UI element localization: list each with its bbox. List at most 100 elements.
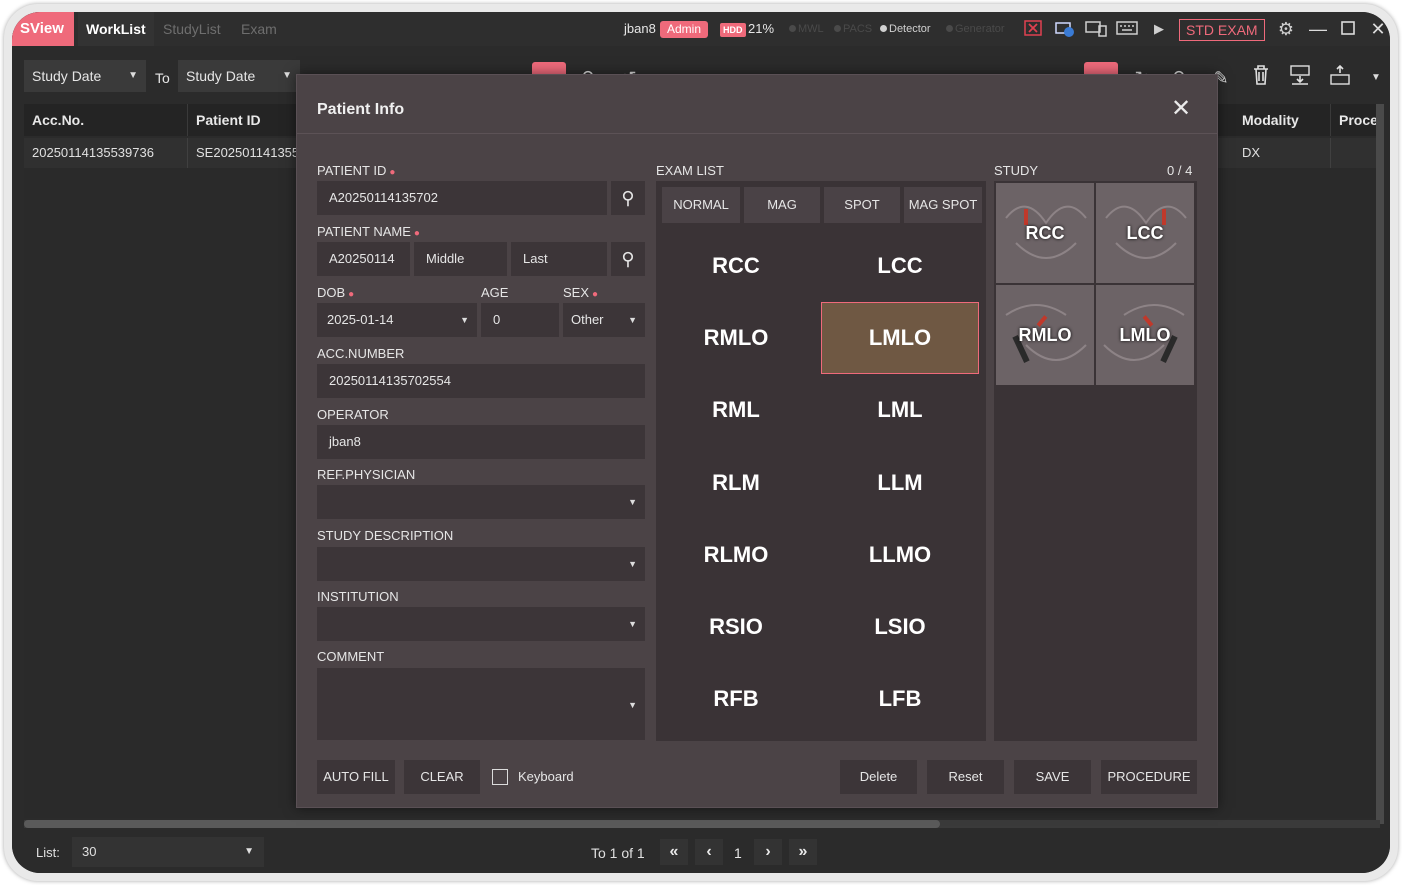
institution-select[interactable]: ▼	[317, 607, 645, 641]
study-thumbnail-lmlo[interactable]: LMLO	[1096, 285, 1194, 385]
tab-worklist[interactable]: WorkList	[78, 12, 154, 46]
dialog-title: Patient Info	[317, 101, 405, 118]
reset-button[interactable]: Reset	[927, 760, 1004, 794]
study-thumbnail-lcc[interactable]: LCC	[1096, 183, 1194, 283]
acc-number-input[interactable]: 20250114135702554	[317, 364, 645, 398]
status-detector: Detector	[880, 23, 931, 35]
age-label: AGE	[481, 285, 509, 300]
web-export-icon[interactable]	[1326, 64, 1354, 92]
patient-id-input[interactable]: A20250114135702	[317, 181, 607, 215]
date-to-select[interactable]: Study Date ▼	[178, 60, 300, 92]
play-icon[interactable]: ▶	[1149, 20, 1169, 38]
gear-icon[interactable]: ⚙	[1276, 20, 1296, 38]
tab-exam[interactable]: Exam	[241, 12, 277, 46]
auto-fill-button[interactable]: AUTO FILL	[317, 760, 395, 794]
patient-name-search-icon[interactable]: ⚲	[611, 242, 645, 276]
comment-label: COMMENT	[317, 649, 385, 664]
patient-id-search-icon[interactable]: ⚲	[611, 181, 645, 215]
view-rmlo[interactable]: RMLO	[657, 303, 815, 373]
column-acc-no[interactable]: Acc.No.	[24, 104, 188, 136]
view-lcc[interactable]: LCC	[821, 231, 979, 301]
horizontal-scrollbar-thumb[interactable]	[24, 820, 940, 828]
view-rml[interactable]: RML	[657, 375, 815, 445]
column-modality[interactable]: Modality	[1234, 104, 1331, 136]
save-button[interactable]: SAVE	[1014, 760, 1091, 794]
std-exam-button[interactable]: STD EXAM	[1179, 19, 1265, 41]
cell-modality: DX	[1234, 138, 1331, 168]
study-description-select[interactable]: ▼	[317, 547, 645, 581]
trash-icon[interactable]	[1247, 64, 1275, 92]
last-page-button[interactable]: »	[789, 839, 817, 865]
exam-tab-mag[interactable]: MAG	[744, 187, 820, 223]
vertical-scrollbar[interactable]	[1376, 104, 1384, 824]
view-lsio[interactable]: LSIO	[821, 592, 979, 662]
view-lml[interactable]: LML	[821, 375, 979, 445]
dob-picker[interactable]: 2025-01-14 ▼	[317, 303, 477, 337]
exam-list-label: EXAM LIST	[656, 163, 724, 178]
view-rlmo[interactable]: RLMO	[657, 520, 815, 590]
view-llm[interactable]: LLM	[821, 448, 979, 518]
status-pacs: PACS	[834, 23, 872, 35]
dialog-divider	[297, 133, 1217, 134]
error-icon[interactable]	[1023, 20, 1043, 38]
delete-button[interactable]: Delete	[840, 760, 917, 794]
view-rsio[interactable]: RSIO	[657, 592, 815, 662]
study-thumbnail-rmlo[interactable]: RMLO	[996, 285, 1094, 385]
more-chevron-icon[interactable]: ▼	[1362, 64, 1390, 92]
view-rfb[interactable]: RFB	[657, 664, 815, 734]
exam-list-panel: NORMAL MAG SPOT MAG SPOT RCC LCC RMLO LM…	[656, 181, 986, 741]
prev-page-button[interactable]: ‹	[695, 839, 723, 865]
column-procedure[interactable]: Proce	[1331, 104, 1380, 136]
operator-label: OPERATOR	[317, 407, 389, 422]
first-name-input[interactable]: A20250114	[317, 242, 410, 276]
role-badge: Admin	[660, 21, 709, 38]
ref-physician-select[interactable]: ▼	[317, 485, 645, 519]
next-page-button[interactable]: ›	[754, 839, 782, 865]
tab-studylist[interactable]: StudyList	[163, 12, 221, 46]
study-count: 0 / 4	[1167, 163, 1193, 178]
exam-tab-mag-spot[interactable]: MAG SPOT	[904, 187, 982, 223]
age-input[interactable]: 0	[481, 303, 559, 337]
page-info: To 1 of 1	[591, 845, 645, 861]
last-name-input[interactable]: Last	[511, 242, 607, 276]
keyboard-icon[interactable]	[1116, 20, 1138, 38]
middle-name-input[interactable]: Middle	[414, 242, 507, 276]
view-rcc[interactable]: RCC	[657, 231, 815, 301]
date-from-select[interactable]: Study Date ▼	[24, 60, 146, 92]
study-thumbnail-rcc[interactable]: RCC	[996, 183, 1094, 283]
chevron-down-icon: ▼	[282, 70, 292, 81]
keyboard-checkbox[interactable]	[492, 769, 508, 785]
remote-desktop-icon[interactable]	[1054, 20, 1074, 38]
sex-select[interactable]: Other ▼	[563, 303, 645, 337]
view-lfb[interactable]: LFB	[821, 664, 979, 734]
app-window: SView WorkList StudyList Exam jban8 Admi…	[12, 12, 1390, 873]
view-rlm[interactable]: RLM	[657, 448, 815, 518]
maximize-icon[interactable]	[1337, 18, 1359, 40]
exam-tab-normal[interactable]: NORMAL	[662, 187, 740, 223]
first-page-button[interactable]: «	[660, 839, 688, 865]
clear-button[interactable]: CLEAR	[404, 760, 480, 794]
list-size-select[interactable]: 30 ▼	[72, 837, 264, 867]
keyboard-checkbox-label[interactable]: Keyboard	[518, 769, 574, 784]
close-icon[interactable]: ✕	[1367, 18, 1389, 40]
cell-patient-id: SE20250114135539	[188, 138, 298, 168]
status-generator: Generator	[946, 23, 1005, 35]
list-size-label: List:	[36, 845, 60, 860]
view-lmlo[interactable]: LMLO	[821, 302, 979, 374]
column-patient-id[interactable]: Patient ID	[188, 104, 298, 136]
operator-input[interactable]: jban8	[317, 425, 645, 459]
chevron-down-icon: ▼	[628, 619, 637, 629]
minimize-icon[interactable]: —	[1307, 18, 1329, 40]
pagination-footer: List: 30 ▼ To 1 of 1 « ‹ 1 › »	[12, 828, 1390, 873]
acc-number-label: ACC.NUMBER	[317, 346, 405, 361]
user-name: jban8	[624, 21, 656, 36]
exam-tab-spot[interactable]: SPOT	[824, 187, 900, 223]
view-llmo[interactable]: LLMO	[821, 520, 979, 590]
dialog-close-icon[interactable]: ✕	[1169, 97, 1193, 121]
study-panel: RCC LCC RMLO LMLO	[994, 181, 1197, 741]
comment-input[interactable]: ▼	[317, 668, 645, 740]
procedure-button[interactable]: PROCEDURE	[1101, 760, 1197, 794]
monitor-icon[interactable]	[1085, 20, 1107, 38]
patient-name-label: PATIENT NAME ●	[317, 224, 420, 239]
csv-export-icon[interactable]	[1286, 64, 1314, 92]
